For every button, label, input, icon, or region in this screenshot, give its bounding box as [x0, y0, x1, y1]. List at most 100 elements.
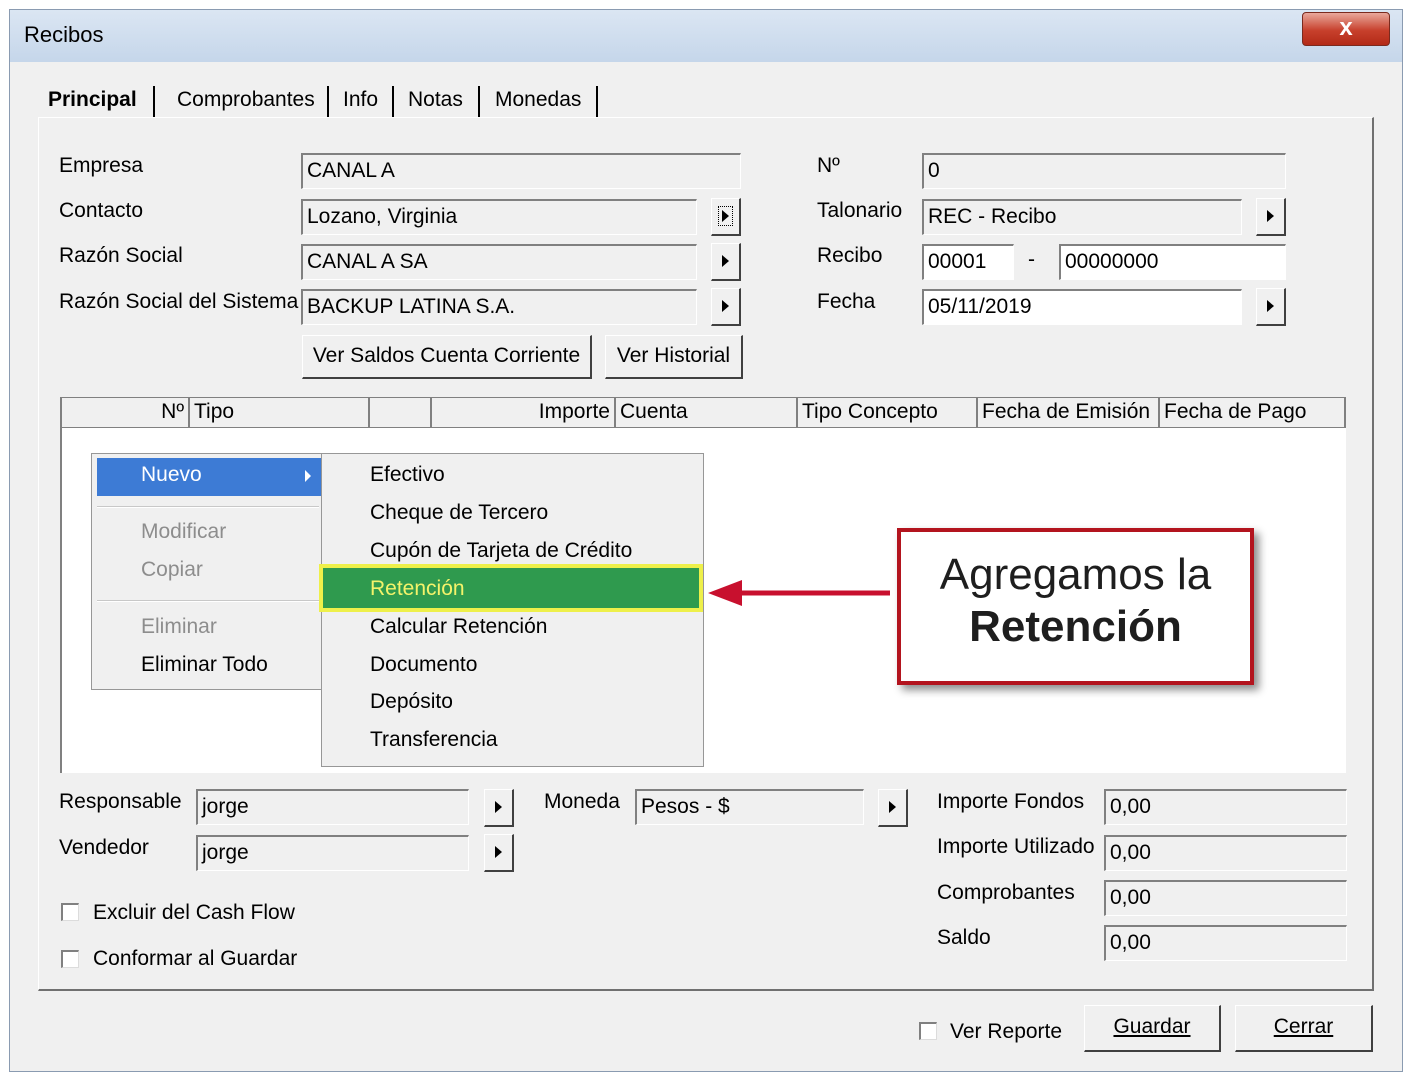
tab-separator — [392, 86, 394, 118]
grid-header-blank[interactable] — [370, 398, 432, 428]
razon-sistema-label: Razón Social del Sistema — [59, 290, 299, 313]
context-menu-item-copiar[interactable]: Copiar — [141, 558, 203, 582]
arrow-right-icon — [722, 300, 729, 312]
grid-header-importe[interactable]: Importe — [432, 398, 616, 428]
saldo-label: Saldo — [937, 926, 991, 949]
numero-field[interactable]: 0 — [922, 153, 1286, 189]
submenu-item-retencion[interactable]: Retención — [370, 577, 465, 601]
submenu-item-transferencia[interactable]: Transferencia — [370, 728, 498, 752]
comprobantes-field: 0,00 — [1104, 880, 1347, 916]
contacto-select-button[interactable] — [711, 198, 741, 236]
grid-header-fecha-emision[interactable]: Fecha de Emisión — [978, 398, 1160, 428]
razon-social-select-button[interactable] — [711, 243, 741, 281]
razon-sistema-select-button[interactable] — [711, 288, 741, 326]
grid-header-fecha-pago[interactable]: Fecha de Pago — [1160, 398, 1346, 428]
tab-info[interactable]: Info — [343, 88, 378, 112]
moneda-label: Moneda — [544, 790, 620, 813]
excluir-cash-flow-label: Excluir del Cash Flow — [93, 901, 295, 924]
razon-social-label: Razón Social — [59, 244, 183, 267]
importe-utilizado-label: Importe Utilizado — [937, 835, 1095, 858]
grid-header-tipo-concepto[interactable]: Tipo Concepto — [798, 398, 978, 428]
responsable-label: Responsable — [59, 790, 182, 813]
arrow-right-icon — [889, 801, 896, 813]
title-bar — [10, 10, 1402, 62]
tab-separator — [478, 86, 480, 118]
annotation-arrow-icon — [708, 580, 890, 606]
context-menu-item-eliminar[interactable]: Eliminar — [141, 615, 217, 639]
empresa-label: Empresa — [59, 154, 144, 177]
conformar-guardar-checkbox[interactable] — [61, 950, 79, 968]
submenu-item-documento[interactable]: Documento — [370, 653, 477, 677]
cerrar-button[interactable]: Cerrar — [1235, 1005, 1373, 1052]
tab-separator — [327, 86, 329, 118]
tab-monedas[interactable]: Monedas — [495, 88, 581, 112]
vendedor-select-button[interactable] — [484, 834, 514, 872]
comprobantes-label: Comprobantes — [937, 881, 1075, 904]
moneda-select-button[interactable] — [878, 789, 908, 827]
contacto-field[interactable]: Lozano, Virginia — [301, 199, 697, 235]
talonario-field[interactable]: REC - Recibo — [922, 199, 1242, 235]
saldo-field: 0,00 — [1104, 925, 1347, 961]
tab-separator — [596, 86, 598, 118]
razon-sistema-field[interactable]: BACKUP LATINA S.A. — [301, 289, 697, 325]
arrow-right-icon — [718, 206, 733, 226]
responsable-field[interactable]: jorge — [196, 789, 469, 825]
fecha-picker-button[interactable] — [1256, 288, 1286, 326]
numero-label: Nº — [817, 154, 840, 177]
arrow-right-icon — [1267, 210, 1274, 222]
menu-separator — [97, 600, 319, 602]
context-menu-item-eliminar-todo[interactable]: Eliminar Todo — [141, 653, 268, 677]
submenu-item-cheque-tercero[interactable]: Cheque de Tercero — [370, 501, 548, 525]
empresa-field[interactable]: CANAL A — [301, 153, 741, 189]
submenu-item-efectivo[interactable]: Efectivo — [370, 463, 445, 487]
moneda-field[interactable]: Pesos - $ — [635, 789, 864, 825]
importe-fondos-label: Importe Fondos — [937, 790, 1085, 813]
submenu-item-cupon-tarjeta[interactable]: Cupón de Tarjeta de Crédito — [370, 539, 632, 563]
importe-fondos-field: 0,00 — [1104, 789, 1347, 825]
excluir-cash-flow-checkbox[interactable] — [61, 903, 79, 921]
context-menu-item-nuevo[interactable]: Nuevo — [141, 463, 202, 487]
fecha-label: Fecha — [817, 290, 876, 313]
tab-notas[interactable]: Notas — [408, 88, 463, 112]
recibo-prefix-field[interactable]: 00001 — [922, 244, 1014, 280]
vendedor-field[interactable]: jorge — [196, 835, 469, 871]
grid-header-numero[interactable]: Nº — [62, 398, 190, 428]
close-button[interactable]: x — [1302, 12, 1390, 46]
callout-line-2: Retención — [969, 602, 1182, 651]
window-title: Recibos — [24, 22, 104, 47]
grid-header-tipo[interactable]: Tipo — [190, 398, 370, 428]
grid-header-cuenta[interactable]: Cuenta — [616, 398, 798, 428]
guardar-button[interactable]: Guardar — [1084, 1005, 1221, 1052]
tab-principal[interactable]: Principal — [48, 88, 137, 112]
responsable-select-button[interactable] — [484, 789, 514, 827]
submenu-arrow-icon — [305, 470, 311, 482]
callout-line-1: Agregamos la — [939, 550, 1212, 599]
conformar-guardar-label: Conformar al Guardar — [93, 947, 298, 970]
tab-separator — [153, 86, 155, 118]
recibo-label: Recibo — [817, 244, 883, 267]
importe-utilizado-field: 0,00 — [1104, 835, 1347, 871]
tab-comprobantes[interactable]: Comprobantes — [177, 88, 315, 112]
arrow-right-icon — [1267, 300, 1274, 312]
arrow-right-icon — [495, 846, 502, 858]
arrow-right-icon — [722, 255, 729, 267]
razon-social-field[interactable]: CANAL A SA — [301, 244, 697, 280]
talonario-label: Talonario — [817, 199, 903, 222]
context-menu-item-modificar[interactable]: Modificar — [141, 520, 226, 544]
ver-reporte-label: Ver Reporte — [950, 1020, 1063, 1043]
ver-reporte-checkbox[interactable] — [919, 1022, 937, 1040]
recibo-dash: - — [1028, 248, 1035, 271]
vendedor-label: Vendedor — [59, 836, 149, 859]
menu-separator — [97, 506, 319, 508]
recibo-number-field[interactable]: 00000000 — [1059, 244, 1286, 280]
contacto-label: Contacto — [59, 199, 144, 222]
context-menu-item-nuevo-highlight[interactable] — [97, 458, 321, 496]
talonario-select-button[interactable] — [1256, 198, 1286, 236]
submenu-item-deposito[interactable]: Depósito — [370, 690, 453, 714]
ver-saldos-button[interactable]: Ver Saldos Cuenta Corriente — [302, 335, 592, 379]
fecha-field[interactable]: 05/11/2019 — [922, 289, 1242, 325]
submenu-item-calcular-retencion[interactable]: Calcular Retención — [370, 615, 547, 639]
annotation-callout: Agregamos la Retención — [897, 528, 1254, 685]
arrow-right-icon — [495, 801, 502, 813]
ver-historial-button[interactable]: Ver Historial — [605, 335, 743, 379]
